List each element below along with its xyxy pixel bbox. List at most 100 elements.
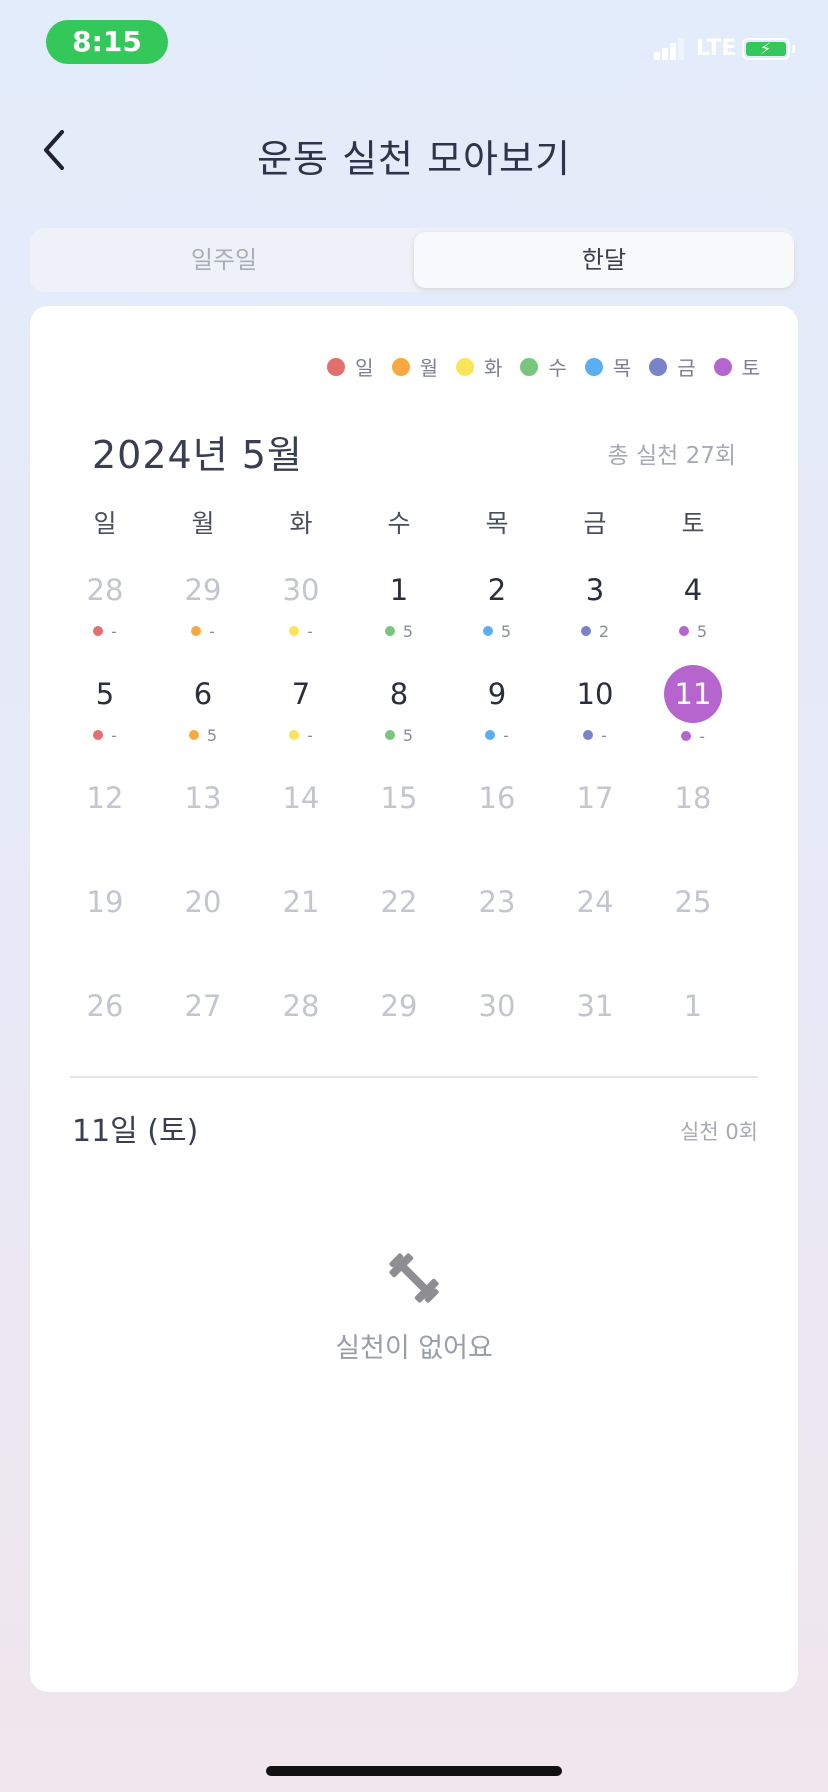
day-meta: - xyxy=(252,618,350,644)
home-indicator[interactable] xyxy=(266,1766,562,1776)
calendar-card: 일월화수목금토 2024년 5월 총 실천 27회 일월화수목금토 28-29-… xyxy=(30,306,798,1692)
calendar-day[interactable]: 30 - xyxy=(252,562,350,666)
calendar-day[interactable]: 32 xyxy=(546,562,644,666)
day-number: 20 xyxy=(184,885,222,919)
day-meta: 5 xyxy=(350,618,448,644)
day-number: 13 xyxy=(184,781,222,815)
weekday-label: 목 xyxy=(485,509,509,538)
weekday-color-dot xyxy=(384,626,395,636)
calendar-day[interactable]: 65 xyxy=(154,666,252,770)
header: 운동 실천 모아보기 xyxy=(0,110,828,190)
day-count: - xyxy=(699,726,705,746)
day-number: 24 xyxy=(576,885,614,919)
day-count: - xyxy=(111,725,117,745)
day-number: 30 xyxy=(478,989,516,1023)
calendar-day[interactable]: 25 xyxy=(644,874,742,978)
page-title: 운동 실천 모아보기 xyxy=(257,137,571,181)
calendar-week: 12 13 14 15 16 17 18 xyxy=(56,770,742,874)
calendar-day[interactable]: 24 xyxy=(546,874,644,978)
day-count: 5 xyxy=(402,725,414,745)
day-meta: 5 xyxy=(154,722,252,748)
calendar-day[interactable]: 45 xyxy=(644,562,742,666)
calendar-week: 19 20 21 22 23 24 25 xyxy=(56,874,742,978)
calendar-day[interactable]: 27 xyxy=(154,978,252,1082)
legend-label: 화 xyxy=(483,356,503,380)
calendar-day[interactable]: 12 xyxy=(56,770,154,874)
calendar-day[interactable]: 22 xyxy=(350,874,448,978)
calendar-day[interactable]: 30 xyxy=(448,978,546,1082)
battery-icon: ⚡ xyxy=(742,38,790,60)
weekday-color-dot xyxy=(580,626,591,636)
tab-month[interactable]: 한달 xyxy=(414,232,794,288)
day-meta: - xyxy=(644,723,742,749)
day-meta: - xyxy=(448,722,546,748)
weekday-color-dot xyxy=(93,626,104,636)
legend-dot xyxy=(649,357,668,376)
day-meta: - xyxy=(154,618,252,644)
day-meta xyxy=(252,1034,350,1060)
tab-week[interactable]: 일주일 xyxy=(34,232,414,288)
day-count: - xyxy=(307,621,313,641)
weekday-label: 토 xyxy=(681,509,705,538)
day-meta xyxy=(154,826,252,852)
legend-label: 토 xyxy=(741,356,760,380)
calendar-day[interactable]: 15 xyxy=(350,562,448,666)
calendar-day[interactable]: 85 xyxy=(350,666,448,770)
day-meta xyxy=(546,1034,644,1060)
weekday-color-dot xyxy=(681,731,692,741)
calendar-day[interactable]: 26 xyxy=(56,978,154,1082)
calendar-day[interactable]: 5- xyxy=(56,666,154,770)
day-number: 17 xyxy=(576,781,614,815)
day-meta xyxy=(546,826,644,852)
calendar-day[interactable]: 31 xyxy=(546,978,644,1082)
selected-count: 실천 0회 xyxy=(680,1120,758,1144)
calendar-day[interactable]: 29 - xyxy=(154,562,252,666)
legend-item: 수 xyxy=(520,352,567,381)
calendar-day-selected[interactable]: 11 - xyxy=(644,665,742,770)
calendar-day[interactable]: 29 xyxy=(350,978,448,1082)
day-count: 5 xyxy=(696,621,708,641)
month-total: 총 실천 27회 xyxy=(607,443,736,469)
calendar-day[interactable]: 23 xyxy=(448,874,546,978)
status-bar: 8:15 LTE ⚡ xyxy=(0,0,828,90)
day-number: 28 xyxy=(86,573,124,607)
calendar-day[interactable]: 28 - xyxy=(56,562,154,666)
day-meta xyxy=(644,1034,742,1060)
battery-cap xyxy=(792,45,795,53)
calendar-day[interactable]: 20 xyxy=(154,874,252,978)
calendar-day[interactable]: 17 xyxy=(546,770,644,874)
day-number: 14 xyxy=(282,781,320,815)
day-meta: 2 xyxy=(546,618,644,644)
day-meta: - xyxy=(546,722,644,748)
calendar-day[interactable]: 15 xyxy=(350,770,448,874)
day-meta xyxy=(154,930,252,956)
weekday-color-dot xyxy=(93,730,104,740)
weekday-color-dot xyxy=(482,626,493,636)
day-number: 27 xyxy=(184,989,222,1023)
day-meta xyxy=(546,930,644,956)
day-meta xyxy=(448,930,546,956)
calendar-day[interactable]: 28 xyxy=(252,978,350,1082)
calendar-day[interactable]: 10 - xyxy=(546,666,644,770)
calendar-day[interactable]: 1 xyxy=(644,978,742,1082)
calendar-day[interactable]: 14 xyxy=(252,770,350,874)
legend-label: 일 xyxy=(355,356,374,380)
calendar-day[interactable]: 19 xyxy=(56,874,154,978)
day-number: 15 xyxy=(380,781,418,815)
legend-label: 목 xyxy=(612,356,632,380)
calendar-day[interactable]: 18 xyxy=(644,770,742,874)
day-meta: 5 xyxy=(644,618,742,644)
calendar-day[interactable]: 7- xyxy=(252,666,350,770)
day-count: 5 xyxy=(206,725,218,745)
legend-item: 월 xyxy=(391,352,438,381)
day-meta xyxy=(350,826,448,852)
calendar-day[interactable]: 25 xyxy=(448,562,546,666)
day-meta: 5 xyxy=(350,722,448,748)
calendar-day[interactable]: 13 xyxy=(154,770,252,874)
calendar-day[interactable]: 9- xyxy=(448,666,546,770)
calendar-day[interactable]: 16 xyxy=(448,770,546,874)
weekday-legend: 일월화수목금토 xyxy=(309,352,760,381)
day-count: 5 xyxy=(402,621,414,641)
calendar-day[interactable]: 21 xyxy=(252,874,350,978)
legend-item: 일 xyxy=(327,352,374,381)
